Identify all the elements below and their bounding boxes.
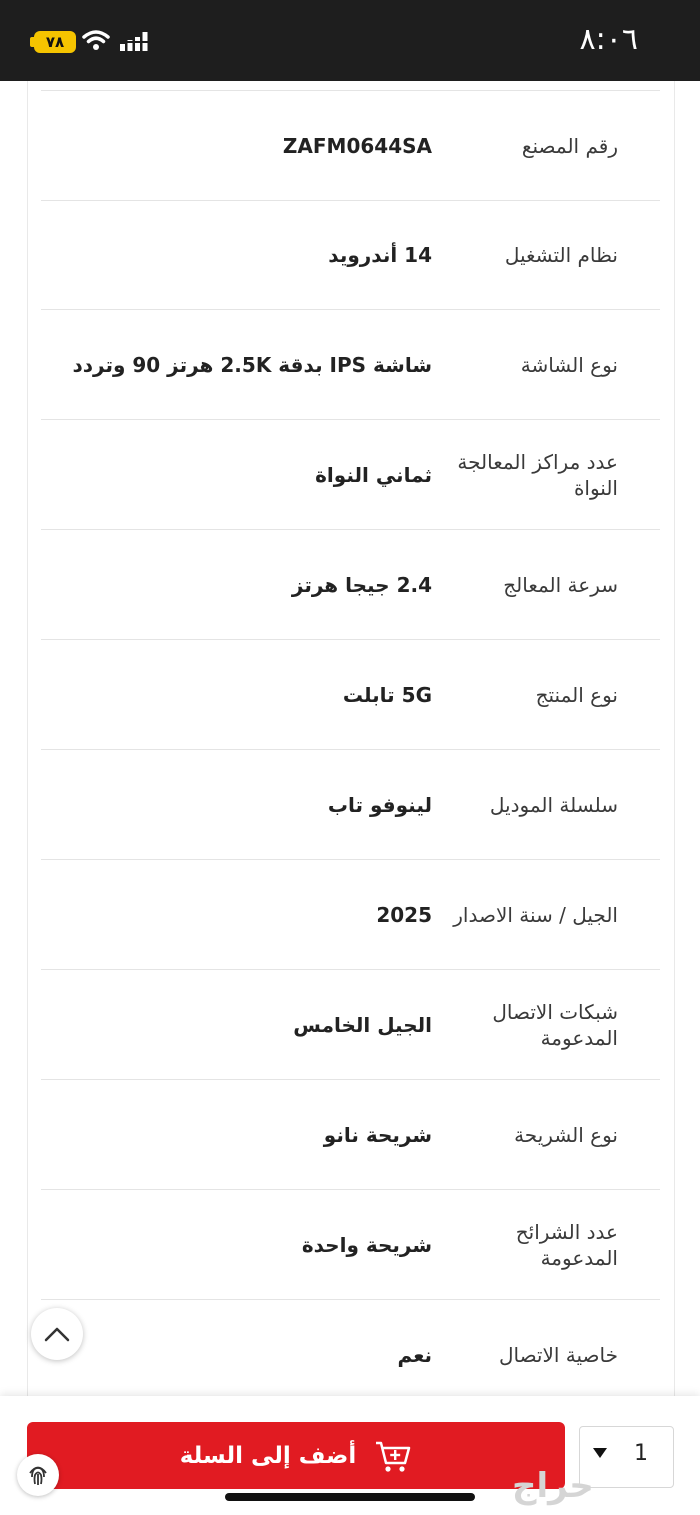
spec-value: شريحة واحدة — [301, 1232, 432, 1257]
spec-value: الجيل الخامس — [293, 1012, 432, 1037]
bottom-action-bar: أضف إلى السلة 1 حراج — [0, 1396, 700, 1515]
battery-indicator: ٧٨ — [34, 31, 76, 53]
add-to-cart-label: أضف إلى السلة — [179, 1442, 357, 1469]
chevron-up-icon — [44, 1327, 70, 1342]
spec-value: 2.4 جيجا هرتز — [291, 572, 432, 597]
spec-row: سلسلة الموديل لينوفو تاب — [41, 750, 660, 860]
spec-value: نعم — [397, 1342, 432, 1367]
spec-label: نوع المنتج — [535, 682, 618, 707]
watermark-logo: حراج — [512, 1466, 594, 1506]
spec-row: عدد الشرائح المدعومة شريحة واحدة — [41, 1190, 660, 1300]
wifi-icon — [82, 30, 110, 50]
cart-plus-icon — [376, 1441, 411, 1472]
spec-row: شبكات الاتصال المدعومة الجيل الخامس — [41, 970, 660, 1080]
spec-label: خاصية الاتصال — [498, 1342, 618, 1367]
fingerprint-icon — [29, 1466, 47, 1485]
spec-label: الجيل / سنة الاصدار — [453, 902, 618, 927]
status-bar: ٧٨ ٨:٠٦ — [0, 0, 700, 81]
spec-label: عدد الشرائح المدعومة — [515, 1219, 618, 1270]
spec-row: الجيل / سنة الاصدار 2025 — [41, 860, 660, 970]
fingerprint-button[interactable] — [17, 1454, 59, 1496]
spec-value: 5G تابلت — [342, 682, 432, 707]
spec-label: نوع الشاشة — [520, 352, 618, 377]
spec-label: سرعة المعالج — [503, 572, 618, 597]
status-time: ٨:٠٦ — [579, 22, 638, 57]
spec-row: نظام التشغيل 14 أندرويد — [41, 200, 660, 310]
quantity-value: 1 — [634, 1441, 648, 1466]
spec-value: شريحة نانو — [323, 1122, 432, 1147]
spec-row: خاصية الاتصال نعم — [41, 1300, 660, 1410]
spec-value: ثماني النواة — [315, 462, 432, 487]
spec-row: نوع المنتج 5G تابلت — [41, 640, 660, 750]
spec-value: 2025 — [376, 902, 432, 927]
spec-row: رقم المصنع ZAFM0644SA — [41, 90, 660, 201]
caret-down-icon — [593, 1448, 607, 1458]
spec-value: لينوفو تاب — [327, 792, 432, 817]
spec-row: سرعة المعالج 2.4 جيجا هرتز — [41, 530, 660, 640]
spec-label: شبكات الاتصال المدعومة — [492, 999, 618, 1050]
spec-label: نوع الشريحة — [514, 1122, 618, 1147]
scroll-top-button[interactable] — [31, 1308, 83, 1360]
spec-label: عدد مراكز المعالجة النواة — [457, 449, 618, 500]
home-indicator[interactable] — [225, 1493, 475, 1501]
spec-value: شاشة IPS بدقة 2.5K هرتز 90 وتردد — [72, 352, 432, 377]
spec-row: نوع الشاشة شاشة IPS بدقة 2.5K هرتز 90 وتر… — [41, 310, 660, 420]
spec-value: 14 أندرويد — [328, 242, 432, 267]
add-to-cart-button[interactable]: أضف إلى السلة — [27, 1422, 565, 1489]
spec-label: رقم المصنع — [521, 133, 618, 158]
spec-label: نظام التشغيل — [504, 242, 618, 267]
spec-row: نوع الشريحة شريحة نانو — [41, 1080, 660, 1190]
signal-icon — [120, 32, 148, 51]
spec-value: ZAFM0644SA — [282, 133, 432, 158]
spec-label: سلسلة الموديل — [489, 792, 618, 817]
spec-row: عدد مراكز المعالجة النواة ثماني النواة — [41, 420, 660, 530]
